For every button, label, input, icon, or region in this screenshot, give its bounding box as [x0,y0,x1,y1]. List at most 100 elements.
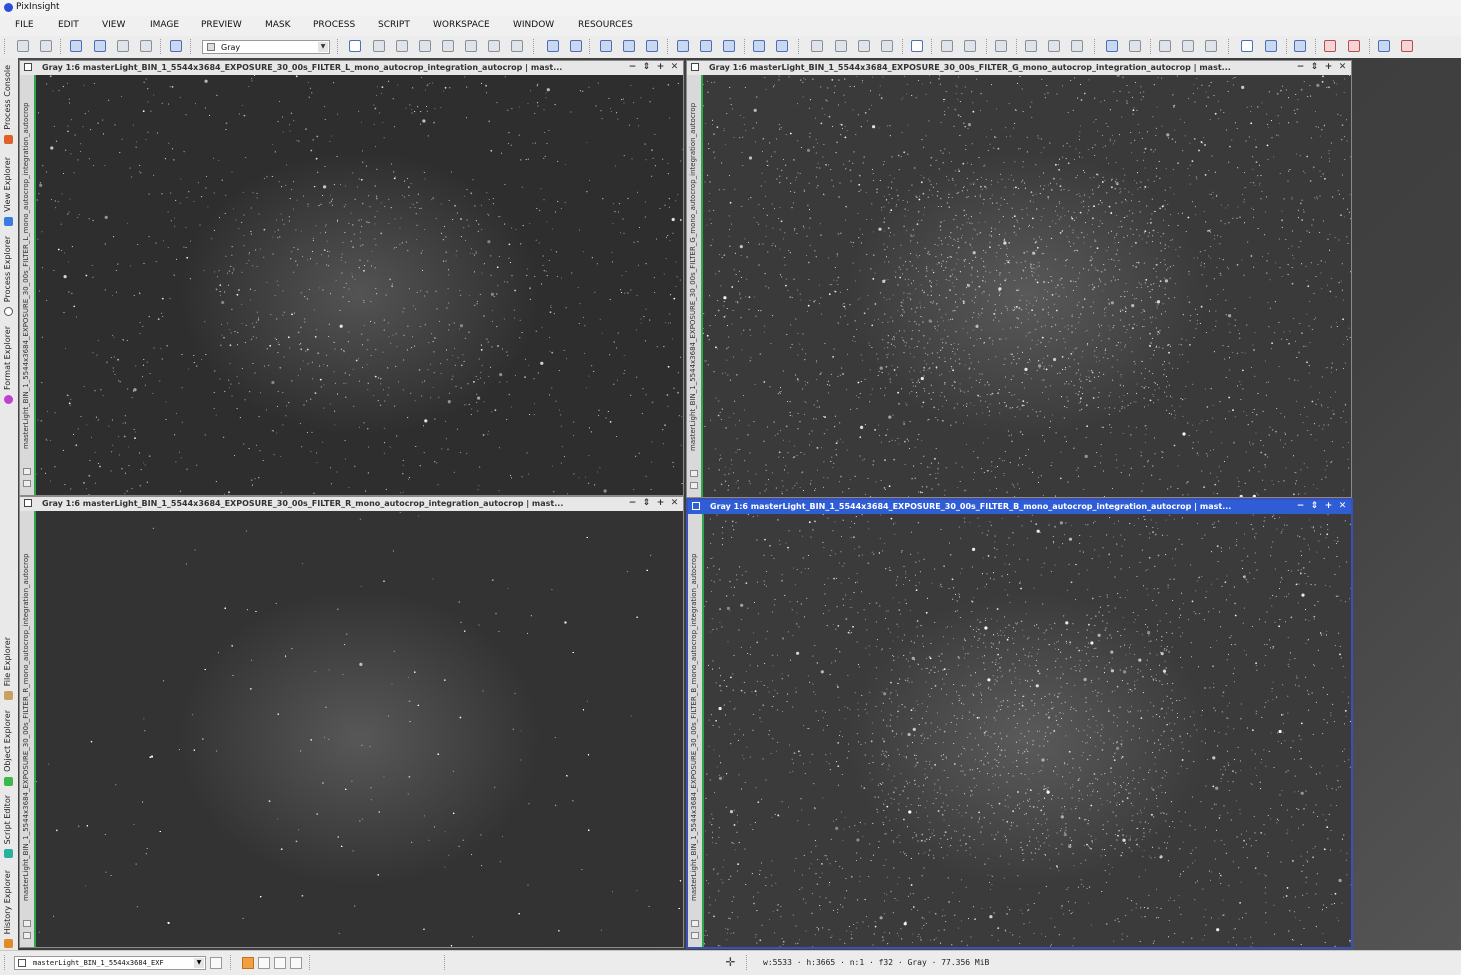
process-container-icon[interactable] [170,40,182,52]
mask-select-icon[interactable] [835,40,847,52]
tab-script-editor[interactable]: Script Editor [0,792,18,858]
view-grid-icon[interactable] [1129,40,1141,52]
maximize-icon[interactable]: + [1323,62,1334,73]
preview-tab-icon[interactable] [691,920,699,927]
menu-mask[interactable]: MASK [265,20,291,30]
pan-mode-icon[interactable] [419,40,431,52]
mask-new-icon[interactable] [811,40,823,52]
maximize-icon[interactable]: + [655,498,666,509]
maximize-icon[interactable]: + [1323,501,1334,512]
image-window-filter-g[interactable]: Gray 1:6 masterLight_BIN_1_5544x3684_EXP… [686,60,1352,498]
monitor-icon[interactable] [1241,40,1253,52]
preview-tab-icon[interactable] [23,920,31,927]
window-titlebar[interactable]: Gray 1:6 masterLight_BIN_1_5544x3684_EXP… [688,500,1351,514]
stf-auto-icon[interactable] [964,40,976,52]
menu-image[interactable]: IMAGE [150,20,179,30]
stf-icon[interactable] [941,40,953,52]
close-icon[interactable]: ✕ [669,62,680,73]
new-preview-icon[interactable] [465,40,477,52]
graphics-icon[interactable] [1159,40,1171,52]
image-canvas[interactable] [36,511,683,947]
menu-edit[interactable]: EDIT [58,20,79,30]
menu-window[interactable]: WINDOW [513,20,554,30]
channel-blue-icon[interactable] [1071,40,1083,52]
close-icon[interactable]: ✕ [1337,62,1348,73]
tab-process-explorer[interactable]: Process Explorer [0,232,18,316]
menu-preview[interactable]: PREVIEW [201,20,242,30]
fit-window-icon[interactable] [677,40,689,52]
channel-red-icon[interactable] [1025,40,1037,52]
workspace-remove-icon[interactable] [1348,40,1360,52]
move-mode-icon[interactable] [442,40,454,52]
zoom-fit-icon[interactable] [623,40,635,52]
edit-preview-icon[interactable] [488,40,500,52]
shade-icon[interactable]: ⇕ [641,498,652,509]
close-icon[interactable]: ✕ [669,498,680,509]
tab-process-console[interactable]: Process Console [0,60,18,144]
crosshair-icon[interactable]: ✛ [724,956,737,969]
zoom-1-1-icon[interactable] [600,40,612,52]
menu-script[interactable]: SCRIPT [378,20,410,30]
view-panel-icon[interactable] [1106,40,1118,52]
menu-view[interactable]: VIEW [102,20,125,30]
module-icon[interactable] [1205,40,1217,52]
image-window-filter-l[interactable]: Gray 1:6 masterLight_BIN_1_5544x3684_EXP… [19,60,684,496]
workspace-close-icon[interactable] [1324,40,1336,52]
image-canvas[interactable] [703,75,1351,497]
tab-history-explorer[interactable]: History Explorer [0,864,18,948]
chevron-down-icon[interactable]: ▼ [318,42,328,52]
mask-tab-icon[interactable] [691,932,699,939]
restore-window-icon[interactable] [776,40,788,52]
preview-tab-icon[interactable] [23,468,31,475]
channel-green-icon[interactable] [1048,40,1060,52]
shade-icon[interactable]: ⇕ [641,62,652,73]
tile-windows-icon[interactable] [700,40,712,52]
chevron-down-icon[interactable]: ▼ [194,958,204,968]
tab-format-explorer[interactable]: Format Explorer [0,322,18,404]
window-titlebar[interactable]: Gray 1:6 masterLight_BIN_1_5544x3684_EXP… [20,497,683,511]
tab-object-explorer[interactable]: Object Explorer [0,706,18,786]
shade-icon[interactable]: ⇕ [1309,501,1320,512]
readout-mode-icon[interactable] [349,40,361,52]
display-channel-icon[interactable] [290,957,302,969]
image-canvas[interactable] [36,75,683,495]
mask-tab-icon[interactable] [23,480,31,487]
zoom-out-icon[interactable] [570,40,582,52]
image-window-filter-r[interactable]: Gray 1:6 masterLight_BIN_1_5544x3684_EXP… [19,496,684,948]
view-toggle-icon[interactable] [210,957,222,969]
display-channel-rgb-icon[interactable] [242,957,254,969]
minimize-icon[interactable]: − [1295,501,1306,512]
maximize-window-icon[interactable] [753,40,765,52]
preview-tab-icon[interactable] [690,470,698,477]
image-window-filter-b[interactable]: Gray 1:6 masterLight_BIN_1_5544x3684_EXP… [686,498,1353,949]
zoom-in-icon[interactable] [547,40,559,52]
select-pointer-icon[interactable] [511,40,523,52]
screenshot-icon[interactable] [1265,40,1277,52]
image-canvas[interactable] [704,514,1351,947]
workspace-next-icon[interactable] [1378,40,1390,52]
shade-icon[interactable]: ⇕ [1309,62,1320,73]
mask-tab-icon[interactable] [23,932,31,939]
new-image-icon[interactable] [70,40,82,52]
menu-resources[interactable]: RESOURCES [578,20,633,30]
mask-remove-icon[interactable] [858,40,870,52]
menu-file[interactable]: FILE [15,20,34,30]
stf-reset-icon[interactable] [995,40,1007,52]
zoom-to-fit-icon[interactable] [373,40,385,52]
fit-view-icon[interactable] [396,40,408,52]
minimize-icon[interactable]: − [627,498,638,509]
close-icon[interactable]: ✕ [1337,501,1348,512]
minimize-icon[interactable]: − [627,62,638,73]
script-icon[interactable] [1182,40,1194,52]
cascade-windows-icon[interactable] [723,40,735,52]
redo-icon[interactable] [40,40,52,52]
mask-tab-icon[interactable] [690,482,698,489]
workspace-prev-icon[interactable] [1401,40,1413,52]
workspace-save-icon[interactable] [1294,40,1306,52]
tab-file-explorer[interactable]: File Explorer [0,628,18,700]
display-channel-icon[interactable] [258,957,270,969]
menu-workspace[interactable]: WORKSPACE [433,20,490,30]
open-file-icon[interactable] [94,40,106,52]
colorspace-combo[interactable]: Gray ▼ [202,40,330,54]
tab-view-explorer[interactable]: View Explorer [0,150,18,226]
